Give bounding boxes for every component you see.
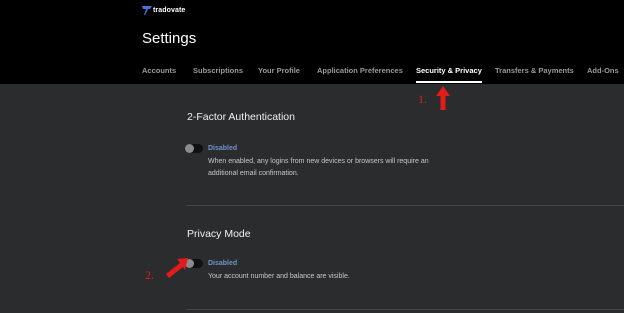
2fa-status: Disabled — [208, 145, 238, 152]
annotation-label-2: 2. — [145, 268, 154, 282]
annotation-label-1: 1. — [418, 92, 427, 106]
privacy-mode-description: Your account number and balance are visi… — [208, 273, 350, 280]
brand-logo[interactable]: tradovate — [142, 5, 185, 16]
tradovate-logo-icon — [142, 6, 152, 15]
annotation-arrow-up-icon — [436, 86, 450, 110]
tab-subscriptions[interactable]: Subscriptions — [193, 66, 243, 75]
tab-add-ons[interactable]: Add-Ons — [587, 66, 619, 75]
section-title-privacy-mode: Privacy Mode — [187, 228, 251, 240]
toggle-knob — [185, 144, 194, 153]
tab-accounts[interactable]: Accounts — [142, 66, 176, 75]
tab-transfers-payments[interactable]: Transfers & Payments — [495, 66, 574, 75]
privacy-mode-status: Disabled — [208, 260, 238, 267]
settings-tabs: Accounts Subscriptions Your Profile Appl… — [0, 66, 624, 84]
annotation-arrow-diagonal-icon — [166, 258, 188, 278]
tab-your-profile[interactable]: Your Profile — [258, 66, 300, 75]
page-title: Settings — [142, 30, 197, 47]
2fa-description: When enabled, any logins from new device… — [208, 158, 429, 177]
tab-security-privacy[interactable]: Security & Privacy — [416, 66, 482, 83]
tab-application-preferences[interactable]: Application Preferences — [317, 66, 403, 75]
2fa-toggle[interactable] — [185, 144, 203, 153]
section-title-2fa: 2-Factor Authentication — [187, 111, 295, 123]
section-divider — [187, 309, 624, 310]
header-bar: tradovate Settings Accounts Subscription… — [0, 0, 624, 84]
section-divider — [187, 205, 624, 206]
brand-name: tradovate — [153, 7, 186, 14]
